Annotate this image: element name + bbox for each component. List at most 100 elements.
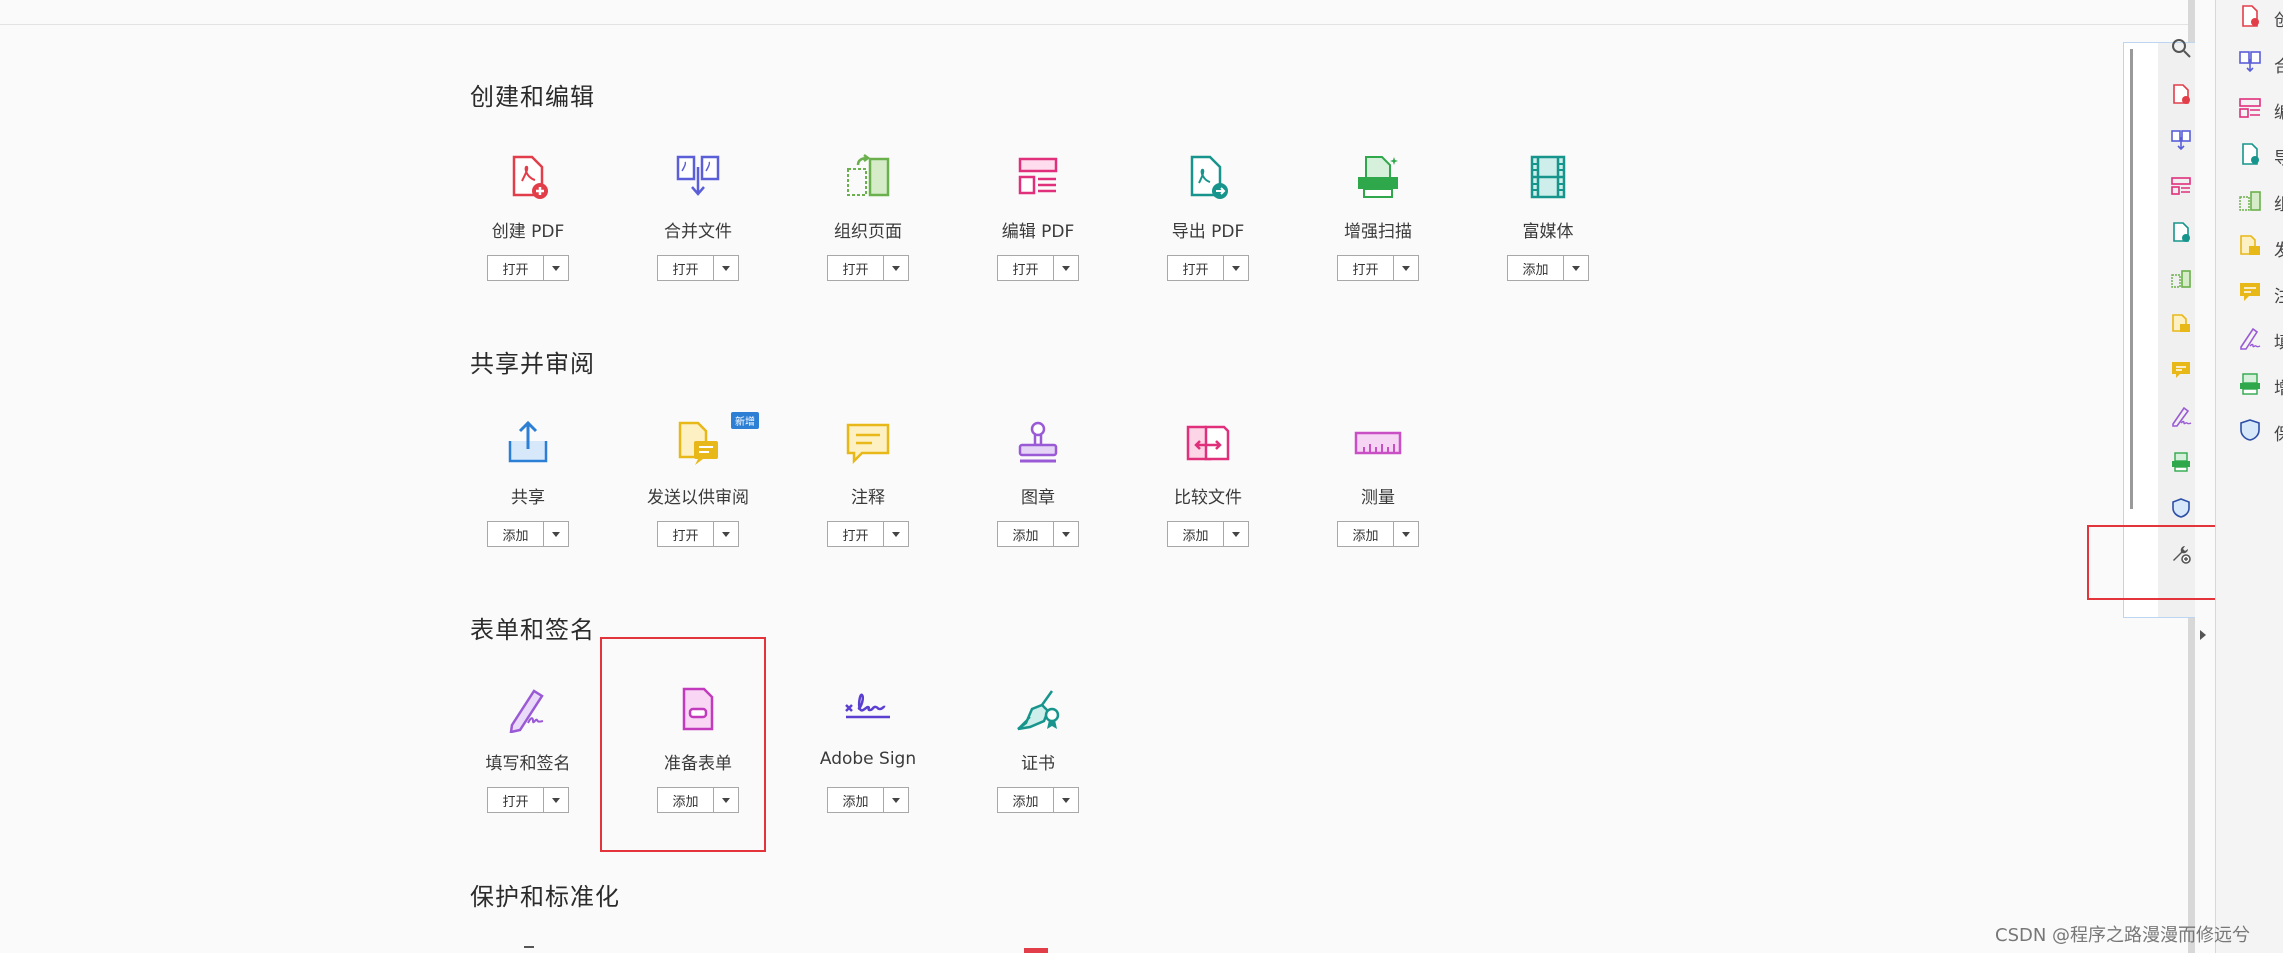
- send-for-review-icon[interactable]: [2170, 313, 2192, 335]
- stamp-icon: [1014, 419, 1062, 467]
- tool-button-group: 打开: [657, 255, 739, 281]
- tools-center: 创建和编辑 共享并审阅 表单和签名 保护和标准化 创建 PDF 打开 合并文件 …: [0, 0, 2195, 953]
- enhance-scan-icon[interactable]: [2238, 372, 2262, 396]
- tool-label: 发送以供审阅: [647, 488, 749, 508]
- combine-files-icon[interactable]: [2170, 129, 2192, 151]
- dropdown-arrow-icon[interactable]: [884, 522, 908, 546]
- dropdown-arrow-icon[interactable]: [1054, 256, 1078, 280]
- organize-pages-icon[interactable]: [2238, 188, 2262, 212]
- tool-edit-pdf[interactable]: 编辑 PDF 打开: [953, 153, 1123, 303]
- export-pdf-icon[interactable]: [2170, 221, 2192, 243]
- combine-files-icon[interactable]: [2238, 50, 2262, 74]
- tool-button-group: 打开: [827, 521, 909, 547]
- dropdown-arrow-icon[interactable]: [544, 256, 568, 280]
- expand-pane-arrow-icon[interactable]: [2200, 630, 2206, 640]
- tool-certificate[interactable]: 证书 添加: [953, 685, 1123, 835]
- create-pdf-icon[interactable]: [2170, 83, 2192, 105]
- tool-send-for-review[interactable]: 新增 发送以供审阅 打开: [613, 412, 783, 569]
- dropdown-arrow-icon[interactable]: [1224, 522, 1248, 546]
- fill-sign-icon[interactable]: [2238, 326, 2262, 350]
- open-button[interactable]: 打开: [828, 522, 884, 546]
- zoom-icon[interactable]: [2170, 37, 2192, 59]
- open-button[interactable]: 打开: [1338, 256, 1394, 280]
- create-pdf-icon[interactable]: [2238, 4, 2262, 28]
- tool-combine-files[interactable]: 合并文件 打开: [613, 153, 783, 303]
- tool-button-group: 打开: [1167, 255, 1249, 281]
- dropdown-arrow-icon[interactable]: [1054, 522, 1078, 546]
- tool-create-pdf[interactable]: 创建 PDF 打开: [443, 153, 613, 303]
- open-button[interactable]: 打开: [488, 256, 544, 280]
- add-button[interactable]: 添加: [1168, 522, 1224, 546]
- edit-pdf-icon[interactable]: [2238, 96, 2262, 120]
- scrollbar[interactable]: [2130, 49, 2133, 509]
- add-button[interactable]: 添加: [1508, 256, 1564, 280]
- tool-compare-files[interactable]: 比较文件 添加: [1123, 419, 1293, 569]
- dropdown-arrow-icon[interactable]: [714, 256, 738, 280]
- fill-sign-icon[interactable]: [2170, 405, 2192, 427]
- comment-icon: [844, 419, 892, 467]
- tool-list-label-partial: 填: [2274, 333, 2283, 353]
- tool-button-group: 添加: [1337, 521, 1419, 547]
- tool-organize-pages[interactable]: 组织页面 打开: [783, 153, 953, 303]
- compare-files-icon: [1184, 419, 1232, 467]
- comment-icon[interactable]: [2238, 280, 2262, 304]
- comment-icon[interactable]: [2170, 359, 2192, 381]
- dropdown-arrow-icon[interactable]: [1394, 522, 1418, 546]
- tool-button-group: 打开: [487, 255, 569, 281]
- tool-list-label-partial: 组: [2274, 195, 2283, 215]
- tool-label: 富媒体: [1522, 222, 1574, 242]
- highlight-customize-tools: [2087, 525, 2220, 600]
- dropdown-arrow-icon[interactable]: [884, 788, 908, 812]
- add-button[interactable]: 添加: [828, 788, 884, 812]
- dropdown-arrow-icon[interactable]: [884, 256, 908, 280]
- tool-comment[interactable]: 注释 打开: [783, 419, 953, 569]
- open-button[interactable]: 打开: [828, 256, 884, 280]
- dropdown-arrow-icon[interactable]: [1394, 256, 1418, 280]
- tool-share[interactable]: 共享 添加: [443, 419, 613, 569]
- certificate-icon: [1014, 685, 1062, 733]
- highlight-prepare-form: [600, 637, 766, 852]
- tool-fill-sign[interactable]: 填写和签名 打开: [443, 685, 613, 835]
- tool-enhance-scan[interactable]: 增强扫描 打开: [1293, 153, 1463, 303]
- tool-label: 编辑 PDF: [1001, 222, 1075, 242]
- open-button[interactable]: 打开: [658, 256, 714, 280]
- open-button[interactable]: 打开: [658, 522, 714, 546]
- dropdown-arrow-icon[interactable]: [544, 522, 568, 546]
- tool-list-label-partial: 导: [2274, 149, 2283, 169]
- send-for-review-icon[interactable]: [2238, 234, 2262, 258]
- tool-measure[interactable]: 测量 添加: [1293, 419, 1463, 569]
- protect-shield-icon[interactable]: [2238, 418, 2262, 442]
- add-button[interactable]: 添加: [488, 522, 544, 546]
- tool-label: 比较文件: [1174, 488, 1242, 508]
- tool-button-group: 添加: [1507, 255, 1589, 281]
- tool-adobe-sign[interactable]: Adobe Sign 添加: [783, 685, 953, 835]
- add-button[interactable]: 添加: [998, 522, 1054, 546]
- edit-pdf-icon: [1014, 153, 1062, 201]
- organize-pages-icon: [844, 153, 892, 201]
- edit-pdf-icon[interactable]: [2170, 175, 2192, 197]
- tool-rich-media[interactable]: 富媒体 添加: [1463, 153, 1633, 303]
- open-button[interactable]: 打开: [998, 256, 1054, 280]
- tool-label: 证书: [1021, 754, 1055, 774]
- top-divider: [0, 24, 2195, 25]
- section-title-share-review: 共享并审阅: [470, 350, 595, 378]
- dropdown-arrow-icon[interactable]: [1054, 788, 1078, 812]
- open-button[interactable]: 打开: [1168, 256, 1224, 280]
- tool-label: 导出 PDF: [1171, 222, 1245, 242]
- tool-export-pdf[interactable]: 导出 PDF 打开: [1123, 153, 1293, 303]
- protect-shield-icon[interactable]: [2170, 497, 2192, 519]
- dropdown-arrow-icon[interactable]: [544, 788, 568, 812]
- tool-stamp[interactable]: 图章 添加: [953, 419, 1123, 569]
- dropdown-arrow-icon[interactable]: [714, 522, 738, 546]
- add-button[interactable]: 添加: [1338, 522, 1394, 546]
- dropdown-arrow-icon[interactable]: [1224, 256, 1248, 280]
- open-button[interactable]: 打开: [488, 788, 544, 812]
- add-button[interactable]: 添加: [998, 788, 1054, 812]
- tool-label: 填写和签名: [485, 754, 571, 774]
- export-pdf-icon[interactable]: [2238, 142, 2262, 166]
- new-badge: 新增: [731, 412, 759, 429]
- organize-pages-icon[interactable]: [2170, 267, 2192, 289]
- tool-list-label-partial: 合: [2274, 57, 2283, 77]
- dropdown-arrow-icon[interactable]: [1564, 256, 1588, 280]
- enhance-scan-icon[interactable]: [2170, 451, 2192, 473]
